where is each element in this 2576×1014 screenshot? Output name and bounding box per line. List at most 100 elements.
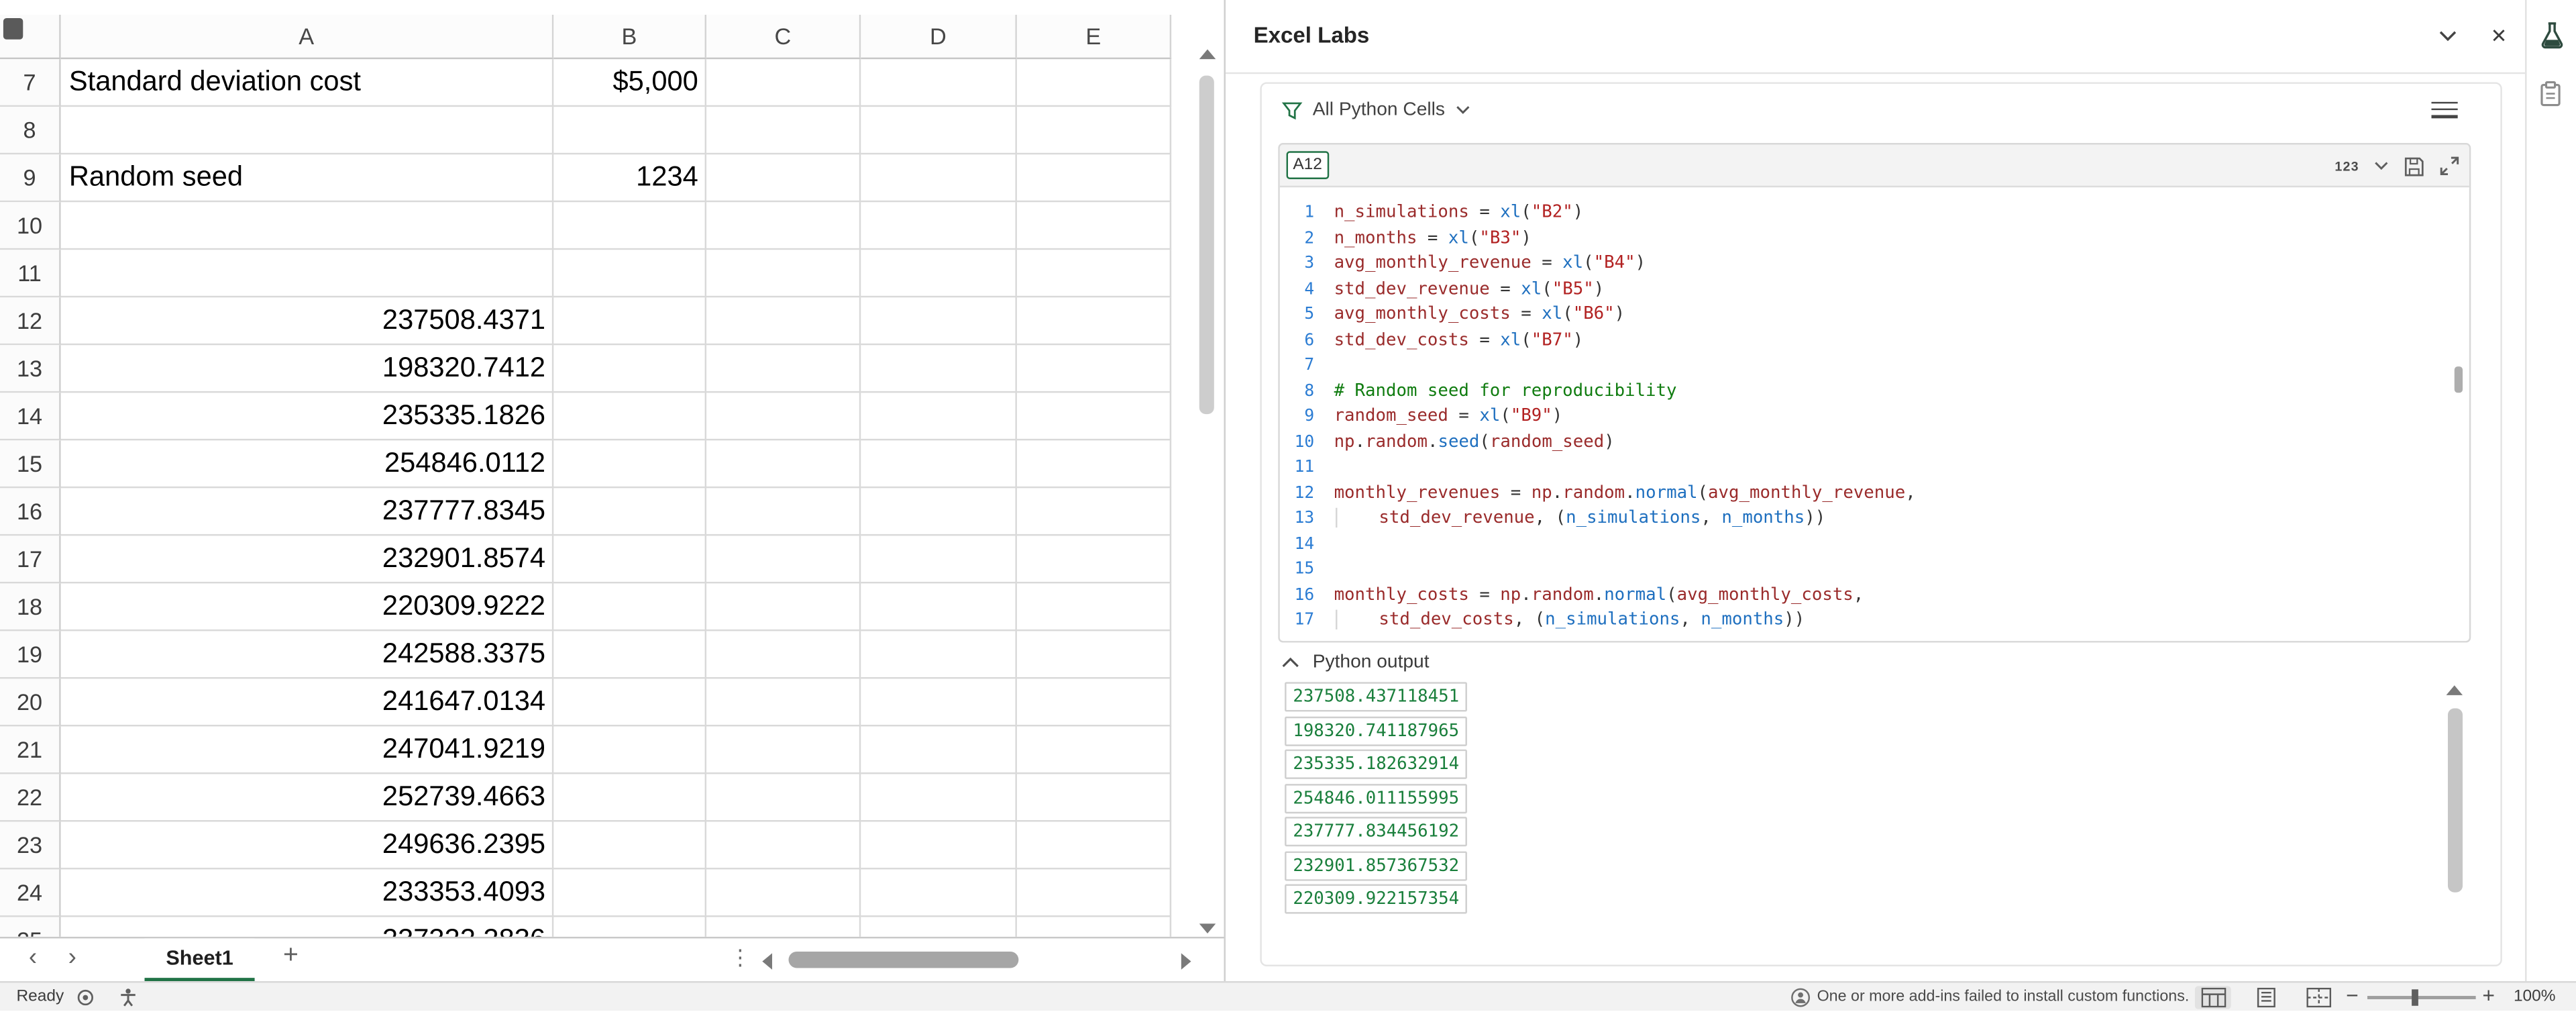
cell-reference-chip[interactable]: A12	[1287, 150, 1329, 179]
cell-D9[interactable]	[861, 154, 1017, 202]
cell-C17[interactable]	[706, 536, 861, 583]
cell-B16[interactable]	[553, 488, 706, 536]
panel-close-icon[interactable]: ✕	[2484, 21, 2514, 51]
cell-C9[interactable]	[706, 154, 861, 202]
row-header-22[interactable]: 22	[0, 774, 61, 821]
cell-C7[interactable]	[706, 59, 861, 107]
normal-view-icon[interactable]	[2195, 986, 2231, 1009]
cell-D11[interactable]	[861, 250, 1017, 297]
numeric-output-icon[interactable]: 123	[2334, 158, 2359, 173]
scroll-left-icon[interactable]	[762, 953, 772, 969]
cell-C23[interactable]	[706, 821, 861, 869]
vertical-scroll-thumb[interactable]	[1199, 76, 1214, 414]
cell-B22[interactable]	[553, 774, 706, 821]
cell-C20[interactable]	[706, 678, 861, 726]
row-header-14[interactable]: 14	[0, 393, 61, 440]
cell-B18[interactable]	[553, 583, 706, 631]
expand-editor-icon[interactable]	[2440, 156, 2459, 176]
cell-B15[interactable]	[553, 440, 706, 488]
cell-B23[interactable]	[553, 821, 706, 869]
select-all-corner[interactable]	[0, 15, 61, 59]
cell-D10[interactable]	[861, 202, 1017, 250]
cell-A14[interactable]: 235335.1826	[61, 393, 554, 440]
page-break-view-icon[interactable]	[2300, 986, 2337, 1009]
row-header-19[interactable]: 19	[0, 631, 61, 678]
cell-D22[interactable]	[861, 774, 1017, 821]
cell-A22[interactable]: 252739.4663	[61, 774, 554, 821]
cell-B24[interactable]	[553, 870, 706, 917]
cell-B10[interactable]	[553, 202, 706, 250]
cell-D24[interactable]	[861, 870, 1017, 917]
code-editor[interactable]: 1n_simulations = xl("B2")2n_months = xl(…	[1280, 187, 2469, 641]
row-header-8[interactable]: 8	[0, 107, 61, 154]
cell-C19[interactable]	[706, 631, 861, 678]
cell-C24[interactable]	[706, 870, 861, 917]
output-scrollbar[interactable]	[2445, 682, 2464, 1011]
cell-C11[interactable]	[706, 250, 861, 297]
cell-E14[interactable]	[1017, 393, 1171, 440]
python-cells-filter[interactable]: All Python Cells	[1281, 94, 1470, 127]
row-header-23[interactable]: 23	[0, 821, 61, 869]
cell-B11[interactable]	[553, 250, 706, 297]
cell-B20[interactable]	[553, 678, 706, 726]
row-header-10[interactable]: 10	[0, 202, 61, 250]
cell-E25[interactable]	[1017, 917, 1171, 937]
cell-B7[interactable]: $5,000	[553, 59, 706, 107]
cell-B9[interactable]: 1234	[553, 154, 706, 202]
sheet-list-ellipsis[interactable]: ⋮	[729, 945, 751, 971]
cell-B8[interactable]	[553, 107, 706, 154]
cell-B17[interactable]	[553, 536, 706, 583]
row-header-17[interactable]: 17	[0, 536, 61, 583]
zoom-level[interactable]: 100%	[2514, 982, 2556, 1011]
output-scroll-up-icon[interactable]	[2447, 685, 2463, 695]
cell-E13[interactable]	[1017, 345, 1171, 393]
cell-D20[interactable]	[861, 678, 1017, 726]
python-output-header[interactable]: Python output	[1281, 649, 1429, 675]
scroll-up-icon[interactable]	[1199, 49, 1216, 59]
cell-A7[interactable]: Standard deviation cost	[61, 59, 554, 107]
excel-labs-rail-icon[interactable]	[2538, 21, 2567, 50]
cell-C21[interactable]	[706, 726, 861, 774]
row-header-9[interactable]: 9	[0, 154, 61, 202]
cell-E15[interactable]	[1017, 440, 1171, 488]
cell-B21[interactable]	[553, 726, 706, 774]
cell-A10[interactable]	[61, 202, 554, 250]
cell-C22[interactable]	[706, 774, 861, 821]
cell-A17[interactable]: 232901.8574	[61, 536, 554, 583]
cell-C10[interactable]	[706, 202, 861, 250]
cell-E7[interactable]	[1017, 59, 1171, 107]
cell-B12[interactable]	[553, 297, 706, 345]
output-type-chevron-icon[interactable]	[2374, 161, 2389, 171]
cell-C13[interactable]	[706, 345, 861, 393]
cell-A25[interactable]: 237322.2836	[61, 917, 554, 937]
cell-E23[interactable]	[1017, 821, 1171, 869]
addin-warning-icon[interactable]	[1790, 987, 1810, 1007]
cell-D18[interactable]	[861, 583, 1017, 631]
zoom-slider-track[interactable]	[2367, 996, 2476, 999]
cell-E22[interactable]	[1017, 774, 1171, 821]
sheet-vertical-scrollbar[interactable]	[1196, 46, 1219, 937]
cell-D12[interactable]	[861, 297, 1017, 345]
cell-A24[interactable]: 233353.4093	[61, 870, 554, 917]
row-header-16[interactable]: 16	[0, 488, 61, 536]
scroll-right-icon[interactable]	[1181, 953, 1191, 969]
column-header-A[interactable]: A	[61, 15, 554, 59]
cell-E12[interactable]	[1017, 297, 1171, 345]
page-layout-view-icon[interactable]	[2247, 986, 2284, 1009]
cell-B14[interactable]	[553, 393, 706, 440]
cell-C12[interactable]	[706, 297, 861, 345]
cell-A16[interactable]: 237777.8345	[61, 488, 554, 536]
cell-A21[interactable]: 247041.9219	[61, 726, 554, 774]
row-header-25[interactable]: 25	[0, 917, 61, 937]
cell-C18[interactable]	[706, 583, 861, 631]
cell-D19[interactable]	[861, 631, 1017, 678]
new-sheet-button[interactable]: +	[276, 942, 305, 971]
sheet-tab-sheet1[interactable]: Sheet1	[145, 938, 255, 981]
row-header-20[interactable]: 20	[0, 678, 61, 726]
cell-D23[interactable]	[861, 821, 1017, 869]
cell-C8[interactable]	[706, 107, 861, 154]
accessibility-checker-icon[interactable]	[118, 987, 138, 1007]
cell-A23[interactable]: 249636.2395	[61, 821, 554, 869]
cell-C25[interactable]	[706, 917, 861, 937]
output-scroll-thumb[interactable]	[2447, 709, 2462, 893]
